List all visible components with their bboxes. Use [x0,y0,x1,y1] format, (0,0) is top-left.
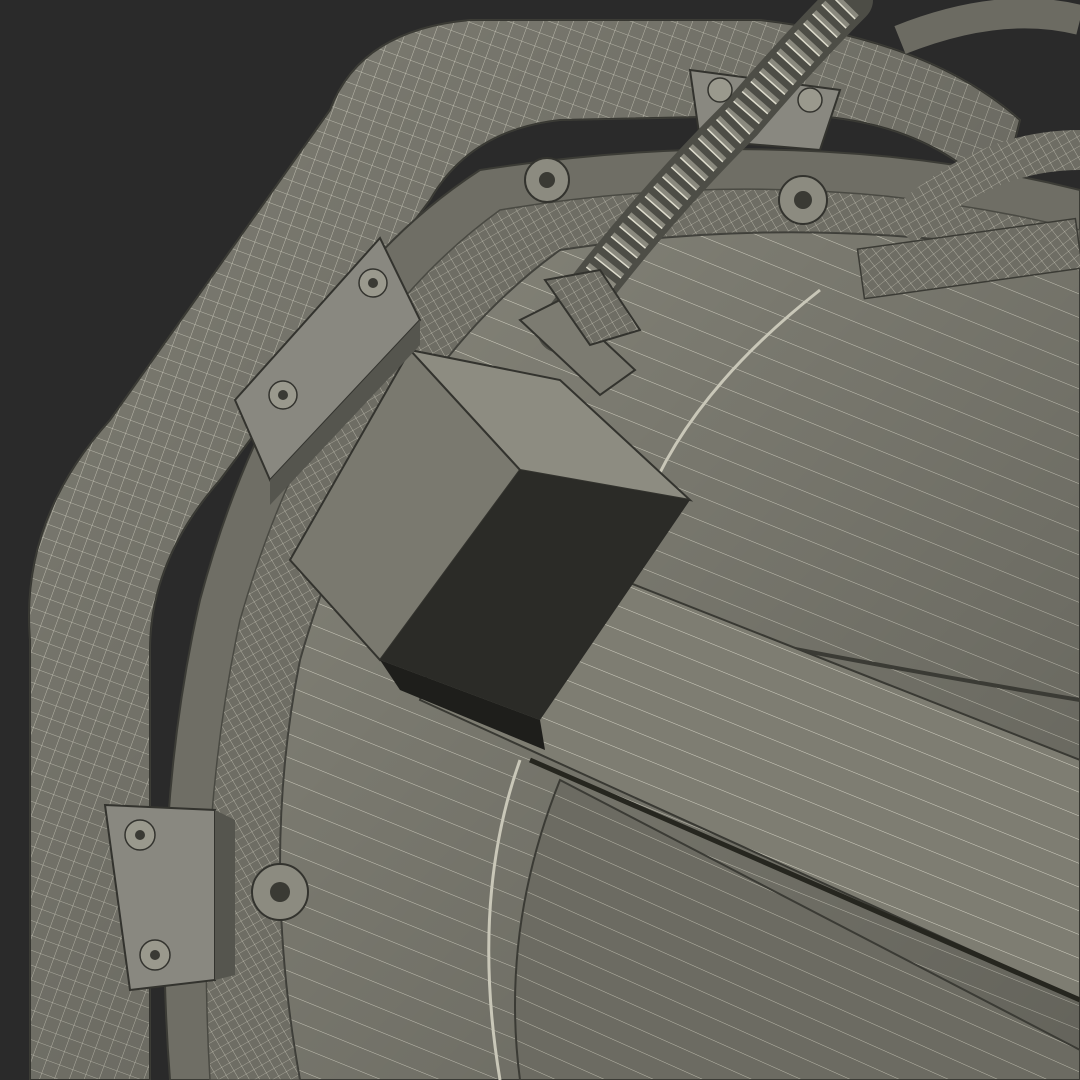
bolt [268,380,298,410]
wireframe-render-scene [0,0,1080,1080]
render-canvas [0,0,1080,1080]
bolt [251,863,309,921]
bolt [124,819,156,851]
bolt [778,175,828,225]
bolt [139,939,171,971]
bolt [707,77,733,103]
bolt [524,157,570,203]
bolt [797,87,823,113]
bolt [358,268,388,298]
